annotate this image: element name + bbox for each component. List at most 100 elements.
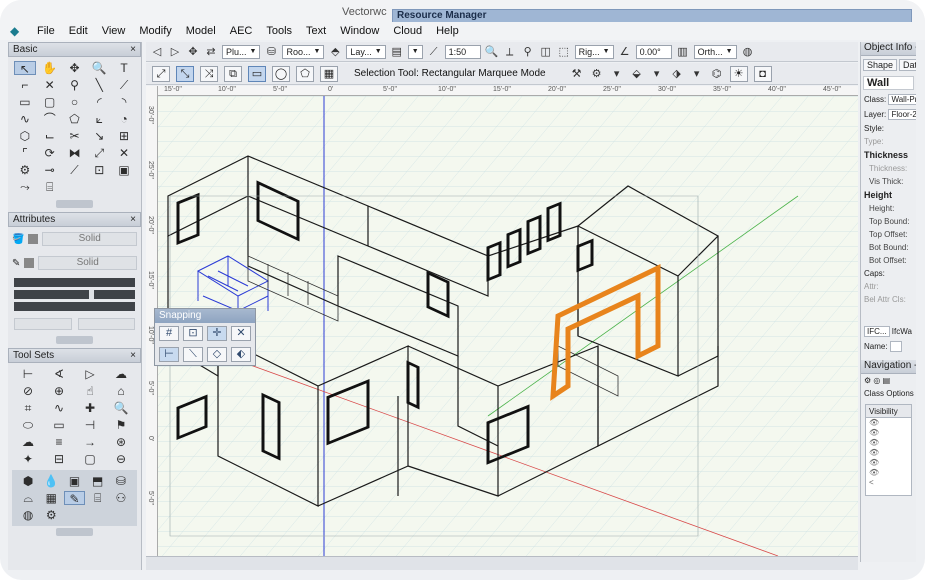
layer-select[interactable]: Lay... ▼ — [346, 44, 386, 59]
mirror-tool-icon[interactable]: ⧓ — [64, 146, 86, 160]
frame-icon[interactable]: ▢ — [76, 452, 104, 466]
bucket-icon[interactable]: ⛁ — [111, 474, 131, 488]
menu-cloud[interactable]: Cloud — [386, 25, 429, 37]
name-field[interactable]: Name: — [861, 339, 916, 354]
regular-polygon-tool-icon[interactable]: ⬡ — [14, 129, 36, 143]
section-icon[interactable]: ⊣ — [76, 418, 104, 432]
swap-icon[interactable]: ⇄ — [204, 45, 218, 59]
view-projection-select[interactable]: Orth... ▼ — [693, 44, 737, 59]
scroll-left-icon[interactable]: < — [866, 478, 911, 488]
eye-icon[interactable]: 👁 — [866, 448, 911, 458]
callout-icon[interactable]: ▷ — [76, 367, 104, 381]
render-settings-icon[interactable]: ◘ — [753, 65, 772, 82]
wave-icon[interactable]: ∿ — [45, 401, 73, 415]
preferences-button[interactable]: ▦ — [320, 65, 338, 82]
flag-icon[interactable]: ⚑ — [107, 418, 135, 432]
text-rule-icon[interactable]: ≡ — [45, 435, 73, 449]
end-marker-select[interactable] — [77, 318, 135, 330]
split-tool-icon[interactable]: ⟋ — [64, 163, 86, 177]
arc-tool-icon[interactable]: ◜ — [88, 95, 110, 109]
text-tool-icon[interactable]: T — [113, 61, 135, 75]
basic-palette-header[interactable]: Basic × — [8, 42, 141, 57]
chain-tool-icon[interactable]: ⊡ — [88, 163, 110, 177]
drawing-canvas[interactable] — [158, 96, 858, 556]
cube-icon[interactable]: ⬢ — [18, 474, 38, 488]
callout-tool-icon[interactable]: ⌐ — [14, 78, 36, 92]
snap-distance-button[interactable]: ⊢ — [159, 347, 179, 362]
single-object-mode-button[interactable]: ⤡ — [176, 65, 194, 82]
angular-dim-icon[interactable]: ∢ — [45, 367, 73, 381]
rectangular-marquee-button[interactable]: ▭ — [248, 65, 266, 82]
measure-icon[interactable]: ⟂ — [503, 45, 517, 59]
pen-style-select[interactable]: Solid — [38, 256, 137, 270]
opacity-bar[interactable] — [14, 302, 135, 311]
gear-icon[interactable]: ⚙ — [41, 508, 61, 522]
layer-icon[interactable]: ⬘ — [328, 45, 342, 59]
close-icon[interactable]: × — [130, 214, 136, 225]
menu-help[interactable]: Help — [429, 25, 466, 37]
pen-swatch[interactable] — [24, 258, 35, 268]
tab-shape[interactable]: Shape — [863, 59, 898, 71]
chevron-down-icon[interactable]: ▾ — [650, 67, 664, 81]
clip-tool-icon[interactable]: ✂ — [64, 129, 86, 143]
reshape-tool-icon[interactable]: ↘ — [88, 129, 110, 143]
interactive-scale-icon[interactable]: ⤢ — [152, 65, 170, 82]
light-icon[interactable]: ☀ — [729, 65, 748, 82]
menu-edit[interactable]: Edit — [62, 25, 95, 37]
visibility-icon[interactable]: ◫ — [539, 45, 553, 59]
forward-icon[interactable]: ▷ — [168, 45, 182, 59]
back-icon[interactable]: ◁ — [150, 45, 164, 59]
tag-icon[interactable]: ⌂ — [107, 384, 135, 398]
fillet-tool-icon[interactable]: ⌜ — [14, 146, 36, 160]
attribute-mapping-tool-icon[interactable]: ⚙ — [14, 163, 36, 177]
polygon-tool-icon[interactable]: ⬠ — [64, 112, 86, 126]
locus-tool-icon[interactable]: ✕ — [39, 78, 61, 92]
target-icon[interactable]: ⊕ — [45, 384, 73, 398]
start-marker-select[interactable] — [14, 318, 72, 330]
cylinder-tool-icon[interactable]: ⌸ — [39, 180, 61, 194]
cloud-icon[interactable]: ☁ — [14, 435, 42, 449]
menu-model[interactable]: Model — [179, 25, 223, 37]
snap-object-button[interactable]: ⊡ — [183, 326, 203, 341]
chevron-down-icon[interactable]: ▾ — [690, 67, 704, 81]
render-icon[interactable]: ⬚ — [557, 45, 571, 59]
zoom-icon[interactable]: 🔍 — [485, 45, 499, 59]
ifc-row[interactable]: IFC... IfcWa — [861, 324, 916, 339]
dimension-constraint-icon[interactable]: ⊢ — [14, 367, 42, 381]
grid-icon[interactable]: ⌗ — [14, 401, 42, 415]
freehand-tool-icon[interactable]: ∿ — [14, 112, 36, 126]
projection-icon[interactable]: ▥ — [676, 45, 690, 59]
globe-icon[interactable]: ◍ — [741, 45, 755, 59]
snap-grid-button[interactable]: # — [159, 326, 179, 341]
scale-icon[interactable]: ⟋ — [427, 45, 441, 59]
menu-window[interactable]: Window — [333, 25, 386, 37]
drawing-label-icon[interactable]: ⊖ — [107, 452, 135, 466]
rectangle-tool-icon[interactable]: ▭ — [14, 95, 36, 109]
plus-icon[interactable]: ✚ — [76, 401, 104, 415]
radial-dim-icon[interactable]: ⊘ — [14, 384, 42, 398]
magnet-icon[interactable]: ⚲ — [521, 45, 535, 59]
multiple-object-mode-button[interactable]: ⤨ — [200, 65, 218, 82]
chevron-down-icon[interactable]: ▾ — [610, 67, 624, 81]
stair-icon[interactable]: ⌸ — [88, 491, 108, 505]
navigation-title[interactable]: Navigation - — [861, 360, 916, 374]
menu-view[interactable]: View — [95, 25, 133, 37]
double-polygon-tool-icon[interactable]: ⟀ — [88, 112, 110, 126]
quarter-arc-tool-icon[interactable]: ◝ — [113, 95, 135, 109]
drop-icon[interactable]: 💧 — [41, 474, 61, 488]
tab-data[interactable]: Data — [899, 59, 916, 71]
eye-icon[interactable]: 👁 — [866, 428, 911, 438]
gear-icon[interactable]: ⚙ — [590, 67, 604, 81]
eye-icon[interactable]: 👁 — [866, 458, 911, 468]
polyline-tool-icon[interactable]: ⌒ — [39, 112, 61, 126]
object-info-title[interactable]: Object Info - — [861, 42, 916, 56]
box-icon[interactable]: ▣ — [64, 474, 84, 488]
symbol-icon[interactable]: ✦ — [14, 452, 42, 466]
class-field[interactable]: Class: Wall-Pr — [861, 92, 916, 107]
sofa-icon[interactable]: ⌓ — [18, 491, 38, 505]
menu-text[interactable]: Text — [299, 25, 333, 37]
north-icon[interactable]: ⊛ — [107, 435, 135, 449]
sheet-icon[interactable]: ▤ — [390, 45, 404, 59]
spiral-tool-icon[interactable]: ◔ — [113, 112, 135, 126]
palette-collapse-handle[interactable] — [56, 528, 93, 536]
